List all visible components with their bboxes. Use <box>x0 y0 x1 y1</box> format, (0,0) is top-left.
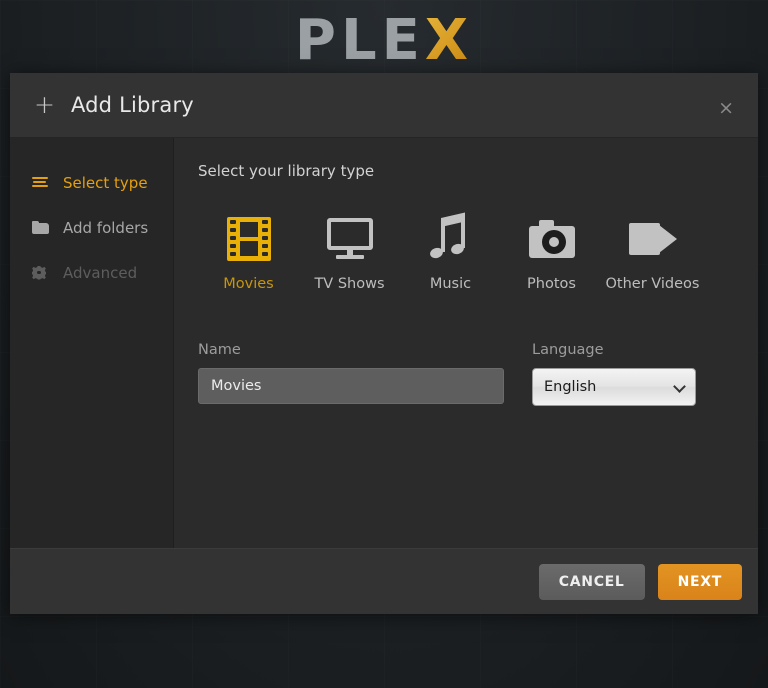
name-label: Name <box>198 342 241 358</box>
name-input[interactable] <box>198 368 504 404</box>
library-type-other-videos[interactable]: Other Videos <box>602 214 703 292</box>
video-camera-icon <box>602 214 703 264</box>
name-field-block: Name <box>198 342 504 406</box>
library-type-music[interactable]: Music <box>400 212 501 292</box>
sidebar-item-label: Add folders <box>63 218 149 237</box>
library-type-label: Music <box>429 276 472 292</box>
television-icon <box>299 214 400 264</box>
plex-logo-accent: X <box>424 8 474 73</box>
library-type-tv-shows[interactable]: TV Shows <box>299 214 400 292</box>
language-label: Language <box>532 342 604 358</box>
add-library-dialog: + Add Library × Select type Add folders <box>10 73 758 614</box>
gear-icon <box>32 266 54 280</box>
cancel-button[interactable]: CANCEL <box>538 563 645 600</box>
folder-icon <box>32 221 54 234</box>
plex-logo-prefix: PLE <box>294 8 425 73</box>
close-icon[interactable]: × <box>710 93 742 124</box>
library-fields: Name Language English <box>196 342 730 406</box>
list-icon <box>32 176 54 189</box>
language-select[interactable]: English <box>532 368 696 406</box>
music-note-icon <box>400 212 501 264</box>
plex-logo: PLEX <box>0 8 768 73</box>
next-button[interactable]: NEXT <box>657 563 742 600</box>
content-heading: Select your library type <box>198 162 375 180</box>
dialog-content: Select your library type Movies TV Shows… <box>174 138 758 548</box>
library-type-label: TV Shows <box>314 276 385 292</box>
library-type-photos[interactable]: Photos <box>501 214 602 292</box>
library-type-movies[interactable]: Movies <box>198 214 299 292</box>
language-field-block: Language English <box>532 342 696 406</box>
sidebar-item-label: Select type <box>63 173 148 192</box>
plus-icon: + <box>34 89 55 119</box>
dialog-sidebar: Select type Add folders Advanced <box>10 138 174 548</box>
dialog-header: + Add Library × <box>10 73 758 138</box>
library-type-label: Movies <box>223 276 274 292</box>
library-type-picker: Movies TV Shows Music Photos Other Video… <box>196 212 730 292</box>
dialog-body: Select type Add folders Advanced Select … <box>10 138 758 548</box>
dialog-title: Add Library <box>70 93 194 117</box>
camera-icon <box>501 214 602 264</box>
library-type-label: Photos <box>527 276 576 292</box>
sidebar-item-label: Advanced <box>63 263 138 282</box>
dialog-footer: CANCEL NEXT <box>10 548 758 614</box>
sidebar-item-advanced: Advanced <box>10 250 173 295</box>
sidebar-item-select-type[interactable]: Select type <box>10 160 173 205</box>
sidebar-item-add-folders[interactable]: Add folders <box>10 205 173 250</box>
film-strip-icon <box>198 214 299 264</box>
library-type-label: Other Videos <box>605 276 700 292</box>
